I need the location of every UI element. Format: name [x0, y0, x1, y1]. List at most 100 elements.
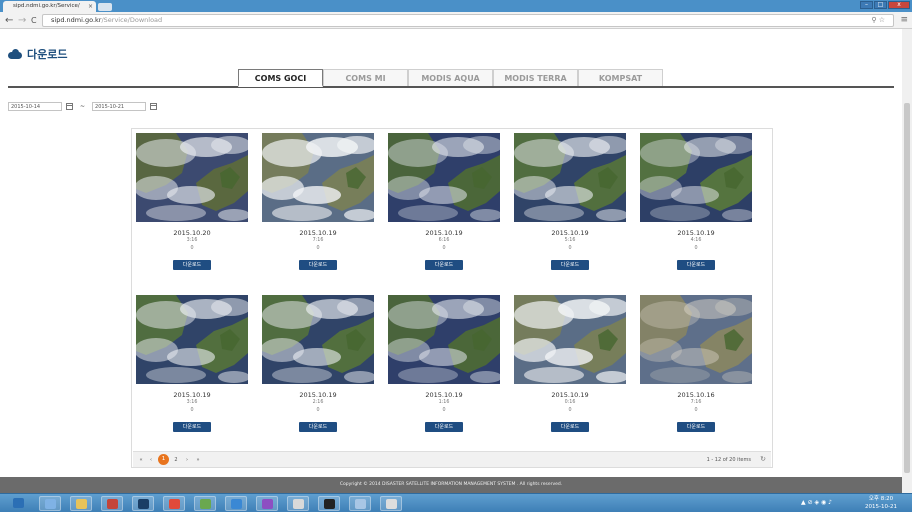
- last-page-button[interactable]: »: [194, 456, 202, 464]
- reload-button[interactable]: C: [31, 14, 37, 27]
- tab-coms-goci[interactable]: COMS GOCI: [238, 69, 323, 87]
- image-date: 2015.10.19: [299, 229, 337, 237]
- browser-tab[interactable]: sipd.ndmi.go.kr/Service/ ×: [3, 1, 96, 12]
- system-clock[interactable]: 오후 8:20 2015-10-21: [856, 495, 906, 511]
- taskbar-app-ssh[interactable]: [132, 496, 154, 511]
- download-button[interactable]: 다운로드: [425, 422, 463, 432]
- minimize-button[interactable]: –: [860, 1, 873, 9]
- zoom-icon[interactable]: ⚲: [871, 16, 876, 24]
- image-date: 2015.10.19: [425, 229, 463, 237]
- address-bar[interactable]: sipd.ndmi.go.kr/Service/Download ⚲ ☆: [42, 14, 894, 27]
- satellite-thumbnail[interactable]: [388, 295, 500, 384]
- back-button[interactable]: ←: [5, 14, 13, 27]
- download-button[interactable]: 다운로드: [551, 422, 589, 432]
- taskbar-app-start[interactable]: [8, 496, 30, 511]
- media-icon: [107, 499, 118, 509]
- image-card: 2015.10.19 0:16 0 다운로드: [514, 295, 626, 440]
- scrollbar-thumb[interactable]: [904, 103, 910, 473]
- prev-page-button[interactable]: ‹: [147, 456, 155, 464]
- satellite-thumbnail[interactable]: [136, 295, 248, 384]
- current-page[interactable]: 1: [158, 454, 169, 465]
- cloud-icon: [8, 49, 22, 59]
- image-card: 2015.10.19 4:16 0 다운로드: [640, 133, 752, 278]
- close-window-button[interactable]: x: [888, 1, 910, 9]
- download-count: 0: [442, 246, 446, 251]
- image-date: 2015.10.19: [677, 229, 715, 237]
- satellite-thumbnail[interactable]: [514, 295, 626, 384]
- window-controls: – □ x: [860, 1, 910, 9]
- image-time: 7:16: [690, 400, 702, 405]
- download-button[interactable]: 다운로드: [173, 422, 211, 432]
- calendar-icon[interactable]: [66, 103, 73, 110]
- chrome-icon: [169, 499, 180, 509]
- page-2-button[interactable]: 2: [172, 456, 180, 464]
- taskbar-app-chrome[interactable]: [163, 496, 185, 511]
- first-page-button[interactable]: «: [137, 456, 145, 464]
- date-from-input[interactable]: 2015-10-14: [8, 102, 62, 111]
- tab-coms-mi[interactable]: COMS MI: [323, 69, 408, 87]
- satellite-thumbnail[interactable]: [640, 133, 752, 222]
- pagination-bar: « ‹ 1 2 › » 1 - 12 of 20 items ↻: [133, 451, 771, 467]
- browser-titlebar: sipd.ndmi.go.kr/Service/ × – □ x: [0, 0, 912, 12]
- image-time: 3:16: [186, 238, 198, 243]
- taskbar-app-app12[interactable]: [349, 496, 371, 511]
- taskbar-app-app7[interactable]: [194, 496, 216, 511]
- download-button[interactable]: 다운로드: [173, 260, 211, 270]
- next-page-button[interactable]: ›: [183, 456, 191, 464]
- image-time: 4:16: [690, 238, 702, 243]
- image-date: 2015.10.19: [299, 391, 337, 399]
- image-date: 2015.10.19: [173, 391, 211, 399]
- taskbar-app-vs[interactable]: [256, 496, 278, 511]
- download-button[interactable]: 다운로드: [299, 260, 337, 270]
- satellite-thumbnail[interactable]: [514, 133, 626, 222]
- download-count: 0: [694, 246, 698, 251]
- image-date: 2015.10.19: [551, 229, 589, 237]
- taskbar-app-media[interactable]: [101, 496, 123, 511]
- page-title: 다운로드: [27, 48, 68, 61]
- url-host: sipd.ndmi.go.kr: [51, 16, 102, 24]
- start-icon: [13, 498, 24, 508]
- forward-button[interactable]: →: [18, 14, 26, 27]
- taskbar-app-ie[interactable]: [225, 496, 247, 511]
- image-time: 3:16: [186, 400, 198, 405]
- taskbar-app-cmd[interactable]: [318, 496, 340, 511]
- app13-icon: [386, 499, 397, 509]
- tab-modis-terra[interactable]: MODIS TERRA: [493, 69, 578, 87]
- tab-divider: [8, 86, 894, 88]
- satellite-thumbnail[interactable]: [262, 133, 374, 222]
- os-taskbar: ▲ ⊘ ◈ ◉ ♪ 오후 8:20 2015-10-21: [0, 493, 912, 512]
- date-separator: ~: [80, 103, 86, 110]
- image-card: 2015.10.19 5:16 0 다운로드: [514, 133, 626, 278]
- satellite-thumbnail[interactable]: [136, 133, 248, 222]
- download-count: 0: [568, 246, 572, 251]
- image-time: 1:16: [438, 400, 450, 405]
- satellite-thumbnail[interactable]: [262, 295, 374, 384]
- taskbar-app-explorer[interactable]: [70, 496, 92, 511]
- page-scrollbar[interactable]: [902, 29, 912, 493]
- browser-menu-icon[interactable]: ≡: [900, 15, 908, 25]
- taskbar-app-app13[interactable]: [380, 496, 402, 511]
- page-footer: Copyright © 2014 DISASTER SATELLITE INFO…: [0, 477, 902, 493]
- system-tray-icons[interactable]: ▲ ⊘ ◈ ◉ ♪: [801, 499, 832, 506]
- url-path: /Service/Download: [101, 16, 163, 24]
- download-button[interactable]: 다운로드: [425, 260, 463, 270]
- taskbar-app-network[interactable]: [39, 496, 61, 511]
- refresh-icon[interactable]: ↻: [760, 455, 766, 464]
- image-time: 0:16: [564, 400, 576, 405]
- tab-kompsat[interactable]: KOMPSAT: [578, 69, 663, 87]
- tab-modis-aqua[interactable]: MODIS AQUA: [408, 69, 493, 87]
- download-button[interactable]: 다운로드: [551, 260, 589, 270]
- satellite-thumbnail[interactable]: [388, 133, 500, 222]
- taskbar-app-app10[interactable]: [287, 496, 309, 511]
- download-button[interactable]: 다운로드: [677, 260, 715, 270]
- tab-close-icon[interactable]: ×: [88, 1, 93, 12]
- new-tab-button[interactable]: [98, 3, 112, 11]
- date-to-input[interactable]: 2015-10-21: [92, 102, 147, 111]
- download-button[interactable]: 다운로드: [677, 422, 715, 432]
- satellite-thumbnail[interactable]: [640, 295, 752, 384]
- maximize-button[interactable]: □: [874, 1, 887, 9]
- calendar-icon[interactable]: [150, 103, 158, 110]
- app12-icon: [355, 499, 366, 509]
- download-button[interactable]: 다운로드: [299, 422, 337, 432]
- bookmark-star-icon[interactable]: ☆: [879, 16, 885, 24]
